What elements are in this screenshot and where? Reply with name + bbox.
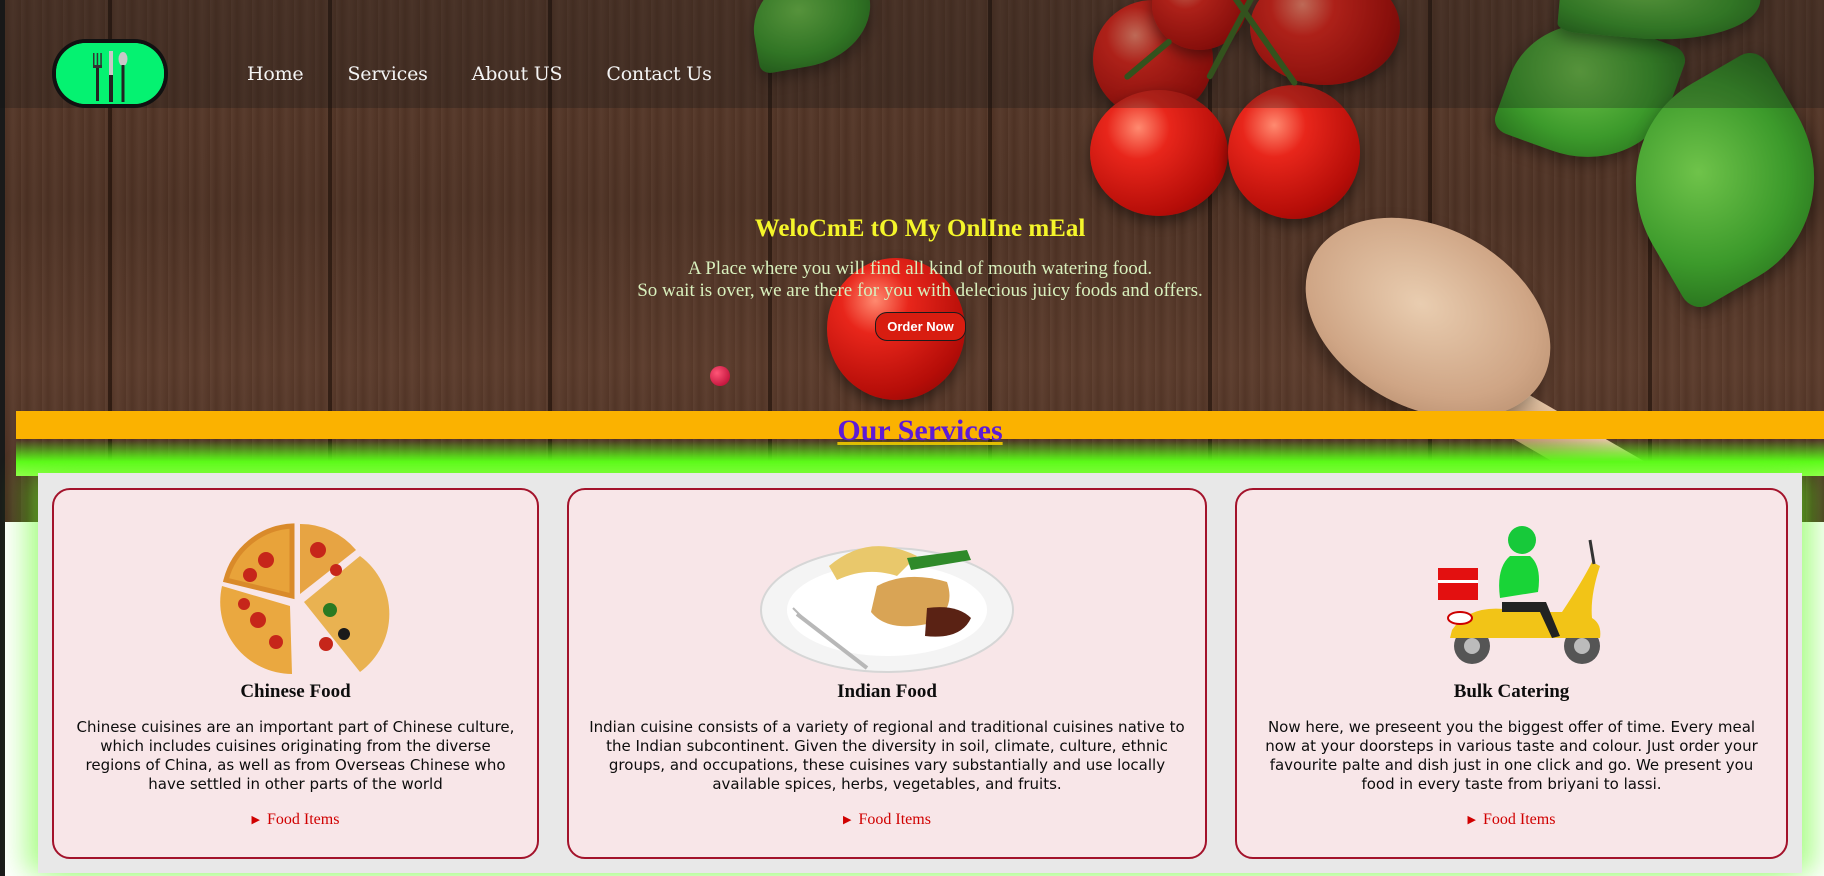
green-glow-strip	[16, 440, 1824, 476]
hero-tagline-line1: A Place where you will find all kind of …	[687, 258, 1153, 279]
hero-headline: WeloCmE tO My OnlIne mEal	[754, 215, 1086, 242]
nav-link-home[interactable]: Home	[247, 63, 304, 85]
nav-link-services[interactable]: Services	[347, 63, 427, 85]
food-items-label: Food Items	[1483, 811, 1556, 828]
triangle-right-icon: ▶	[1467, 814, 1476, 826]
tomato-image	[1090, 90, 1228, 216]
food-items-toggle[interactable]: ▶ Food Items	[54, 811, 537, 829]
service-card-indian: Indian Food Indian cuisine consists of a…	[567, 488, 1207, 859]
triangle-right-icon: ▶	[843, 814, 852, 826]
nav-links: Home Services About US Contact Us	[247, 63, 756, 85]
card-title: Chinese Food	[240, 681, 351, 702]
berry-image	[710, 366, 730, 386]
card-description: Indian cuisine consists of a variety of …	[589, 718, 1185, 793]
delivery-scooter-image	[1437, 526, 1600, 664]
order-now-button[interactable]: Order Now	[875, 312, 966, 341]
service-card-catering: Bulk Catering Now here, we preseent you …	[1235, 488, 1788, 859]
pizza-slices-image	[219, 523, 389, 674]
card-description: Chinese cuisines are an important part o…	[76, 718, 515, 793]
food-items-toggle[interactable]: ▶ Food Items	[569, 811, 1205, 829]
plated-meal-image	[760, 546, 1014, 673]
food-items-toggle[interactable]: ▶ Food Items	[1237, 811, 1786, 829]
service-card-chinese: Chinese Food Chinese cuisines are an imp…	[52, 488, 539, 859]
fork-knife-spoon-icon	[56, 43, 164, 104]
card-title: Bulk Catering	[1453, 681, 1570, 702]
food-items-label: Food Items	[858, 811, 931, 828]
nav-link-contact[interactable]: Contact Us	[606, 63, 711, 85]
triangle-right-icon: ▶	[251, 814, 260, 826]
top-navbar: Home Services About US Contact Us	[0, 0, 1824, 108]
site-logo[interactable]	[56, 43, 164, 104]
hero-tagline-line2: So wait is over, we are there for you wi…	[637, 280, 1203, 301]
card-description: Now here, we preseent you the biggest of…	[1265, 718, 1758, 793]
card-title: Indian Food	[837, 681, 937, 702]
nav-link-about[interactable]: About US	[472, 63, 563, 85]
food-items-label: Food Items	[267, 811, 340, 828]
